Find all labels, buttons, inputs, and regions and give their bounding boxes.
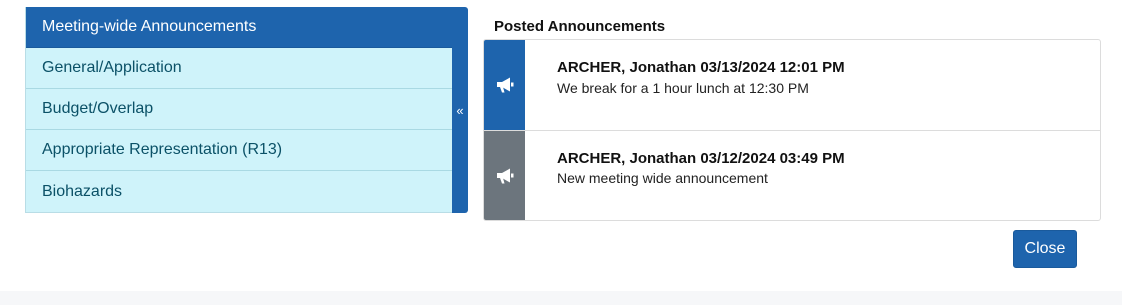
nav-item-biohazards[interactable]: Biohazards — [26, 171, 453, 212]
page-footer-strip — [0, 291, 1122, 305]
announcement-icon-strip — [484, 40, 525, 130]
nav-item-meeting-wide-announcements[interactable]: Meeting-wide Announcements — [26, 7, 453, 48]
announcement-header: ARCHER, Jonathan 03/12/2024 03:49 PM — [557, 150, 845, 167]
nav-item-budget-overlap[interactable]: Budget/Overlap — [26, 89, 453, 130]
nav-item-appropriate-representation[interactable]: Appropriate Representation (R13) — [26, 130, 453, 171]
category-list: Meeting-wide Announcements General/Appli… — [25, 7, 453, 213]
announcement-item: ARCHER, Jonathan 03/12/2024 03:49 PM New… — [484, 131, 1100, 220]
close-button[interactable]: Close — [1013, 230, 1077, 268]
double-chevron-left-icon: « — [456, 102, 464, 118]
announcement-icon-strip — [484, 131, 525, 220]
announcement-body: New meeting wide announcement — [557, 170, 768, 186]
announcement-category-nav: Meeting-wide Announcements General/Appli… — [25, 7, 468, 213]
announcements-list: ARCHER, Jonathan 03/13/2024 12:01 PM We … — [483, 39, 1101, 221]
nav-item-general-application[interactable]: General/Application — [26, 48, 453, 89]
announcement-item: ARCHER, Jonathan 03/13/2024 12:01 PM We … — [484, 40, 1100, 131]
announcement-header: ARCHER, Jonathan 03/13/2024 12:01 PM — [557, 59, 845, 76]
megaphone-icon — [496, 77, 513, 93]
collapse-nav-button[interactable]: « — [452, 7, 468, 213]
megaphone-icon — [496, 168, 513, 184]
announcement-body: We break for a 1 hour lunch at 12:30 PM — [557, 80, 809, 96]
posted-announcements-heading: Posted Announcements — [494, 18, 666, 35]
